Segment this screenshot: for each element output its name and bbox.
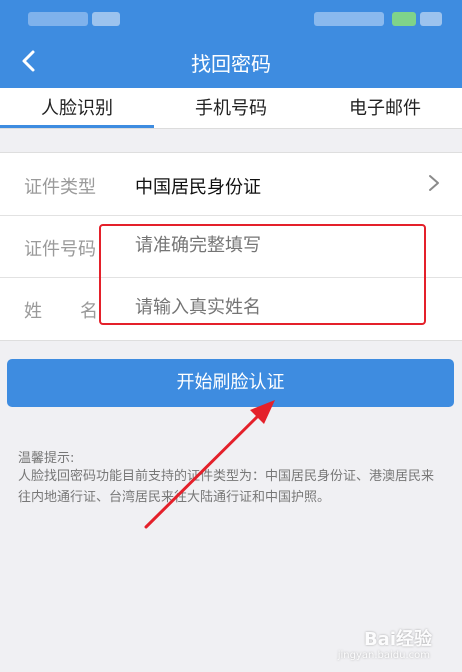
id-type-value[interactable]: 中国居民身份证: [135, 173, 261, 199]
status-bar-blurred-right: [314, 12, 384, 26]
tab-bar: 人脸识别 手机号码 电子邮件: [0, 88, 462, 129]
active-tab-indicator: [0, 125, 154, 128]
tips-body: 人脸找回密码功能目前支持的证件类型为：中国居民身份证、港澳居民来往内地通行证、台…: [18, 469, 435, 505]
tab-face-recognition[interactable]: 人脸识别: [0, 94, 154, 120]
tab-phone-number[interactable]: 手机号码: [154, 94, 308, 120]
tips-title: 温馨提示:: [18, 451, 75, 466]
watermark-logo: Bai经验: [363, 629, 432, 650]
chevron-right-icon[interactable]: [428, 174, 440, 192]
id-number-label: 证件号码: [24, 239, 96, 260]
nav-bar: 找回密码: [0, 36, 462, 88]
status-bar-blurred-left: [28, 12, 88, 26]
watermark-url: jingyan.baidu.com: [337, 650, 430, 661]
battery-icon: [392, 12, 416, 26]
status-bar-blurred-left-2: [92, 12, 120, 26]
status-bar-blurred-right-2: [420, 12, 442, 26]
annotation-highlight-box: [99, 224, 426, 325]
id-type-label: 证件类型: [24, 177, 96, 198]
start-face-verification-button[interactable]: 开始刷脸认证: [7, 359, 454, 407]
page-title: 找回密码: [191, 52, 271, 76]
id-type-row[interactable]: 证件类型 中国居民身份证: [0, 153, 462, 215]
status-bar: [0, 0, 462, 36]
tab-email[interactable]: 电子邮件: [308, 94, 462, 120]
